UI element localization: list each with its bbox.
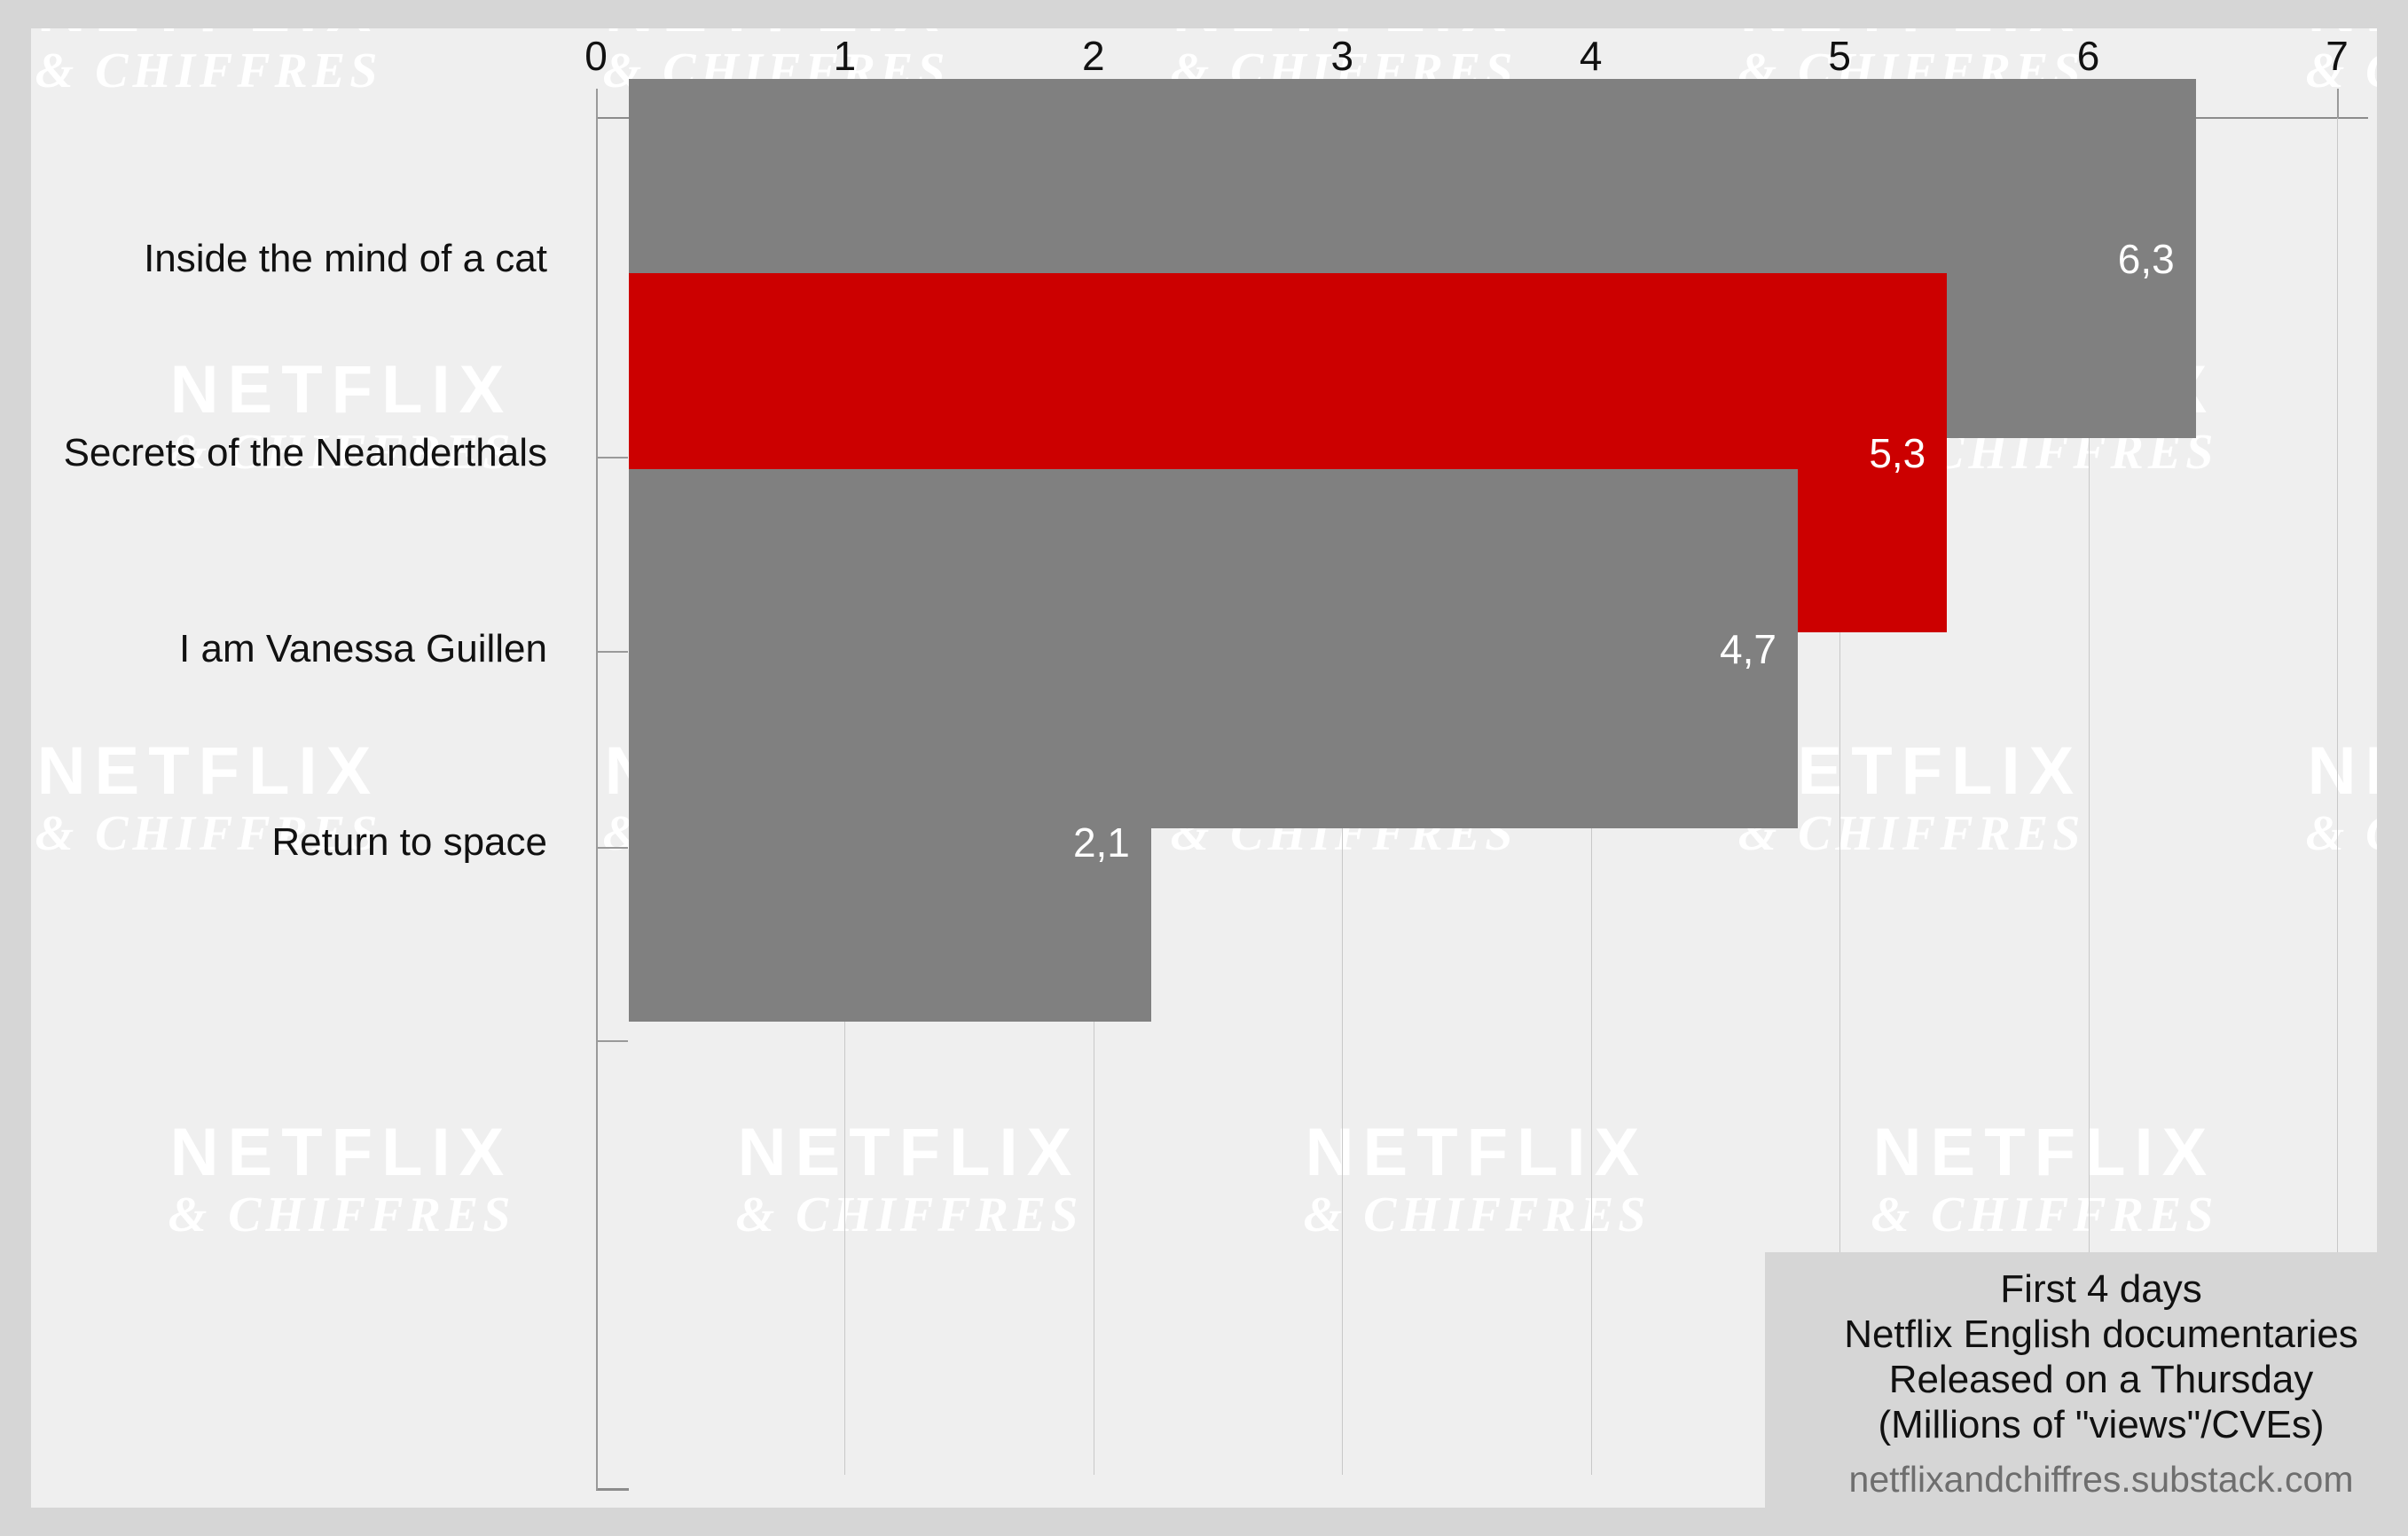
- annotation-line-4: (Millions of "views"/CVEs): [1878, 1403, 2325, 1447]
- bar-value-label: 2,1: [1072, 819, 1130, 866]
- annotation-line-3: Released on a Thursday: [1888, 1358, 2314, 1402]
- plot-panel: NETFLIX& CHIFFRESNETFLIX& CHIFFRESNETFLI…: [31, 28, 2377, 1508]
- annotation-line-2: Netflix English documentaries: [1844, 1313, 2358, 1357]
- bar[interactable]: 2,1: [629, 662, 1151, 1022]
- bar-value-label: 4,7: [1720, 625, 1777, 672]
- annotation-box: First 4 days Netflix English documentari…: [1765, 1252, 2377, 1508]
- chart-root: NETFLIX& CHIFFRESNETFLIX& CHIFFRESNETFLI…: [0, 0, 2408, 1536]
- source-url: netflixandchiffres.substack.com: [1848, 1459, 2354, 1501]
- annotation-line-1: First 4 days: [2000, 1267, 2202, 1311]
- bar-value-label: 6,3: [2117, 235, 2175, 282]
- bar-value-label: 5,3: [1869, 429, 1926, 476]
